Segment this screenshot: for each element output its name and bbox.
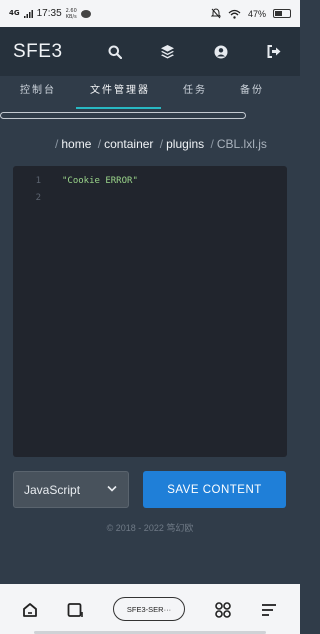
chevron-down-icon (107, 485, 117, 492)
menu-button[interactable] (257, 598, 281, 622)
apps-grid-icon (215, 602, 231, 618)
layers-icon (161, 45, 174, 59)
browser-tab-switcher[interactable]: SFE3-SER··· (113, 597, 185, 621)
line-number: 1 (35, 176, 41, 186)
clock: 17:35 (36, 8, 62, 19)
code-text[interactable]: "Cookie ERROR" (62, 173, 138, 189)
logout-button[interactable] (247, 27, 300, 76)
breadcrumb-container[interactable]: container (104, 137, 153, 151)
app-header: SFE3 (0, 27, 300, 76)
battery-percent: 47% (247, 8, 266, 19)
home-button[interactable] (18, 598, 42, 622)
breadcrumb-plugins[interactable]: plugins (166, 137, 204, 151)
new-window-icon (67, 603, 83, 617)
tab-tasks[interactable]: 任务 (183, 76, 207, 109)
tab-scrollbar[interactable] (0, 112, 246, 119)
breadcrumb-current-file: CBL.lxl.js (216, 137, 267, 151)
apps-button[interactable] (211, 598, 235, 622)
language-select[interactable]: JavaScript (13, 471, 129, 508)
status-bar: 4G 17:35 2.60 KB/s 47% (0, 0, 300, 27)
browser-nav-bar: SFE3-SER··· (0, 584, 300, 634)
save-content-button[interactable]: SAVE CONTENT (143, 471, 286, 508)
breadcrumb: / home / container / plugins / CBL.lxl.js (55, 137, 267, 151)
breadcrumb-home[interactable]: home (61, 137, 91, 151)
home-icon (23, 603, 37, 617)
new-window-button[interactable] (63, 598, 87, 622)
language-select-value: JavaScript (24, 482, 81, 497)
battery-icon (273, 9, 291, 18)
layers-button[interactable] (141, 27, 194, 76)
footer-copyright: © 2018 - 2022 笃幻欧 (106, 523, 194, 533)
tab-file-manager[interactable]: 文件管理器 (76, 76, 161, 109)
editor-line[interactable]: 1 "Cookie ERROR" (13, 173, 287, 189)
search-button[interactable] (88, 27, 141, 76)
user-button[interactable] (194, 27, 247, 76)
silent-bell-icon (210, 8, 221, 19)
wifi-icon (228, 9, 241, 19)
tab-backup[interactable]: 备份 (240, 76, 264, 109)
network-speed: 2.60 KB/s (65, 7, 77, 20)
app-brand[interactable]: SFE3 (13, 41, 63, 63)
menu-icon (262, 604, 276, 616)
signal-icon (23, 9, 33, 18)
code-editor[interactable]: 1 "Cookie ERROR" 2 (13, 166, 287, 457)
tab-console[interactable]: 控制台 (20, 76, 56, 109)
signal-indicator: 4G (9, 9, 20, 17)
line-number: 2 (35, 193, 41, 203)
logout-icon (267, 45, 280, 58)
search-icon (108, 45, 122, 59)
chat-notification-icon (80, 9, 91, 18)
tab-bar: 控制台 文件管理器 任务 备份 (0, 76, 300, 111)
editor-line[interactable]: 2 (13, 190, 287, 206)
user-icon (214, 45, 227, 58)
